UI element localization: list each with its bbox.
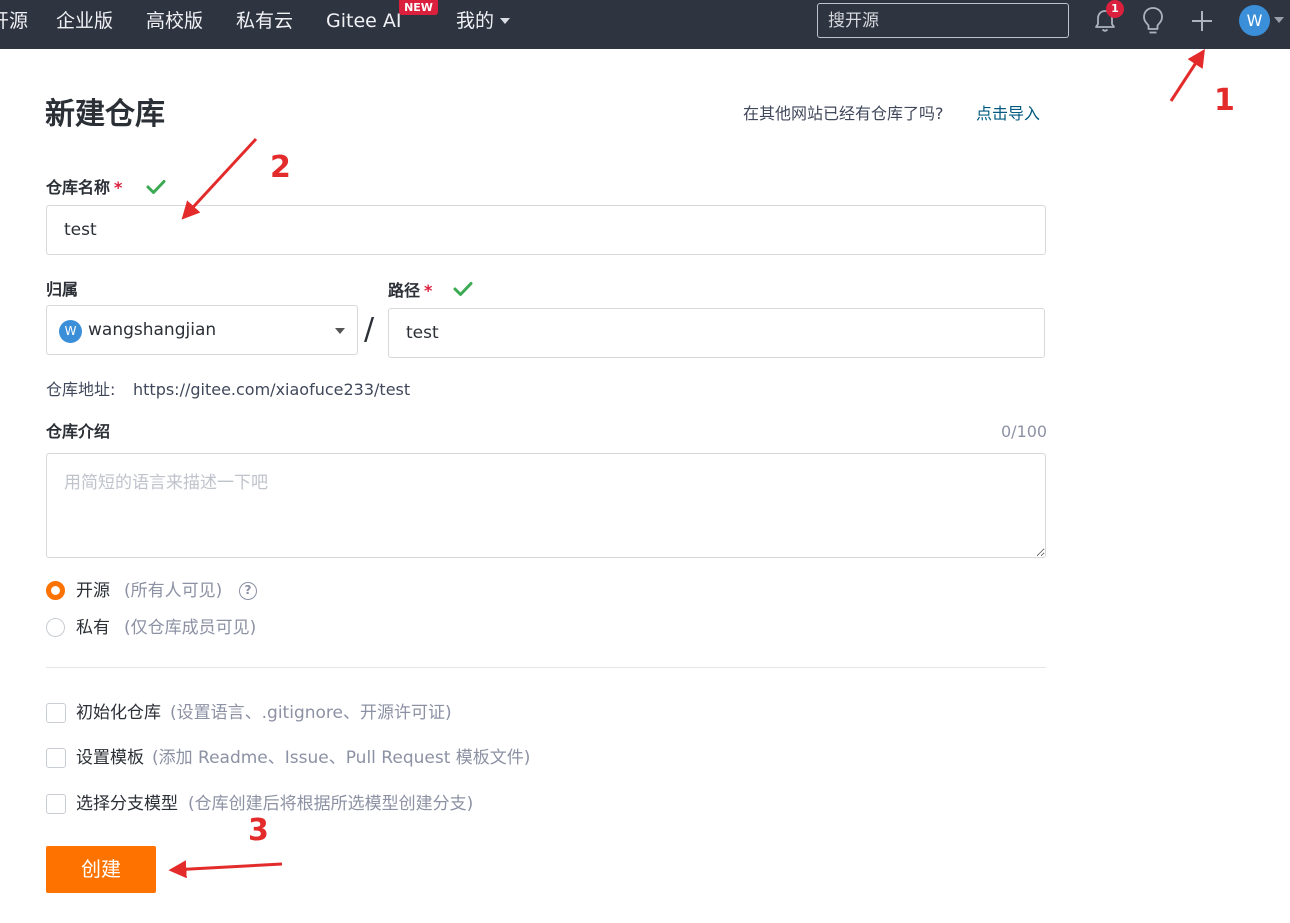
chevron-down-icon — [500, 18, 511, 24]
path-label-text: 路径 — [388, 281, 421, 300]
nav-item-opensource[interactable]: 开源 — [0, 9, 28, 33]
checkbox-icon — [46, 703, 66, 723]
annotation-arrow-1 — [1169, 48, 1205, 102]
radio-unselected-icon — [46, 618, 65, 637]
repo-url: https://gitee.com/xiaofuce233/test — [133, 380, 411, 399]
nav-item-private-cloud[interactable]: 私有云 — [236, 9, 293, 33]
required-mark: * — [114, 178, 123, 197]
checkbox-icon — [46, 748, 66, 768]
new-badge: NEW — [399, 0, 438, 15]
repo-name-label: 仓库名称 * — [46, 177, 122, 199]
repo-url-label: 仓库地址: — [46, 380, 116, 399]
chevron-down-icon — [335, 328, 345, 334]
owner-avatar: W — [59, 320, 82, 343]
template-label: 设置模板 — [76, 748, 144, 768]
init-repo-label: 初始化仓库 — [76, 703, 161, 723]
intro-char-counter: 0/100 — [1001, 422, 1048, 441]
import-link[interactable]: 点击导入 — [976, 103, 1040, 125]
repo-name-label-text: 仓库名称 — [46, 178, 111, 197]
visibility-public-label: 开源 — [76, 581, 110, 601]
annotation-number-2: 2 — [270, 150, 291, 185]
visibility-private-hint: (仅仓库成员可见) — [124, 618, 257, 638]
notification-count-badge: 1 — [1106, 0, 1124, 18]
check-icon — [146, 180, 166, 194]
nav-item-enterprise[interactable]: 企业版 — [56, 9, 113, 33]
owner-select[interactable]: W wangshangjian — [46, 305, 358, 355]
init-repo-hint: (设置语言、.gitignore、开源许可证) — [170, 703, 452, 723]
visibility-private-label: 私有 — [76, 618, 110, 638]
template-hint: (添加 Readme、Issue、Pull Request 模板文件) — [152, 748, 531, 768]
nav-item-mine-label: 我的 — [456, 10, 495, 32]
visibility-public-hint: (所有人可见) — [124, 581, 223, 601]
owner-label: 归属 — [46, 280, 79, 299]
nav-item-university[interactable]: 高校版 — [146, 9, 203, 33]
repo-intro-label: 仓库介绍 — [46, 422, 111, 441]
repo-intro-textarea[interactable] — [46, 453, 1046, 558]
path-label: 路径 * — [388, 280, 432, 302]
owner-name: wangshangjian — [88, 320, 217, 340]
help-icon[interactable]: ? — [239, 582, 257, 600]
user-avatar[interactable]: W — [1239, 5, 1270, 36]
page-title: 新建仓库 — [45, 97, 165, 132]
branch-model-label: 选择分支模型 — [76, 794, 178, 814]
annotation-number-1: 1 — [1214, 83, 1235, 118]
branch-model-hint: (仓库创建后将根据所选模型创建分支) — [188, 794, 474, 814]
required-mark: * — [424, 281, 433, 300]
path-separator: / — [364, 312, 375, 347]
plus-icon[interactable] — [1190, 9, 1214, 33]
nav-item-gitee-ai[interactable]: Gitee AI — [326, 9, 401, 33]
branch-model-checkbox[interactable]: 选择分支模型 (仓库创建后将根据所选模型创建分支) — [46, 792, 546, 816]
import-hint: 在其他网站已经有仓库了吗? — [743, 104, 944, 123]
radio-selected-icon — [46, 581, 65, 600]
avatar-chevron-down-icon[interactable] — [1274, 17, 1284, 23]
visibility-public-radio[interactable]: 开源 (所有人可见) ? — [46, 579, 306, 603]
nav-item-mine[interactable]: 我的 — [456, 9, 511, 33]
lightbulb-icon[interactable] — [1141, 6, 1165, 36]
annotation-arrow-3 — [168, 860, 283, 879]
template-checkbox[interactable]: 设置模板 (添加 Readme、Issue、Pull Request 模板文件) — [46, 746, 566, 770]
init-repo-checkbox[interactable]: 初始化仓库 (设置语言、.gitignore、开源许可证) — [46, 701, 526, 725]
visibility-private-radio[interactable]: 私有 (仅仓库成员可见) — [46, 616, 306, 640]
divider — [46, 667, 1046, 668]
check-icon — [453, 282, 473, 296]
search-input[interactable] — [817, 3, 1069, 38]
create-button[interactable]: 创建 — [46, 846, 156, 893]
repo-path-input[interactable] — [388, 308, 1045, 358]
annotation-number-3: 3 — [248, 813, 269, 848]
top-nav: 开源 企业版 高校版 私有云 Gitee AI NEW 我的 1 W — [0, 0, 1290, 49]
checkbox-icon — [46, 794, 66, 814]
repo-name-input[interactable] — [46, 205, 1046, 255]
